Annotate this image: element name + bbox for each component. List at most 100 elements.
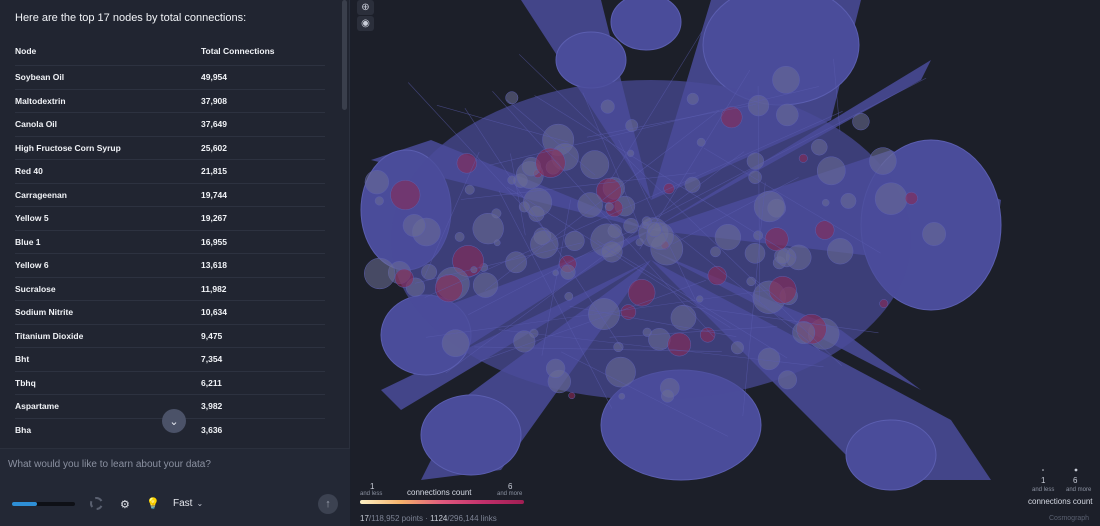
arrow-up-icon: ↑ [325,498,331,510]
graph-node-cluster [869,147,897,175]
cell-node: Red 40 [15,159,201,183]
cell-node: Bht [15,347,201,371]
graph-node-cluster [827,238,854,265]
cell-node: High Fructose Corn Syrup [15,135,201,160]
graph-node-cluster [700,327,716,343]
zoom-in-icon: ⊕ [361,2,370,13]
graph-node-cluster [564,292,574,301]
graph-node-cluster [577,192,603,218]
graph-node-cluster [605,356,636,388]
network-graph[interactable] [351,0,1100,526]
graph-node-cluster [600,99,615,114]
zoom-in-button[interactable]: ⊕ [357,0,374,15]
graph-node-cluster [646,221,662,238]
brand-label: Cosmograph [1049,515,1090,522]
cell-total: 16,955 [201,229,325,254]
chevron-down-icon: ⌄ [169,415,179,428]
loading-spinner-icon [90,497,103,510]
cell-node: Maltodextrin [15,88,201,113]
graph-node-cluster [696,137,706,147]
color-legend-max-caption: and more [497,491,523,497]
graph-node-cluster [746,152,765,170]
size-legend-min-caption: and less [1032,487,1055,493]
graph-node-cluster [714,223,742,251]
points-total: /118,952 points [368,514,424,523]
graph-node-cluster [568,392,576,400]
usage-progress-bar [12,502,75,506]
graph-node-cluster [604,202,614,212]
graph-node-cluster [904,191,918,205]
cell-node: Sucralose [15,276,201,301]
graph-node-cluster [720,106,743,129]
table-row: Sucralose 11,982 [15,276,325,301]
color-legend-max: 6 [508,482,513,491]
cell-total: 49,954 [201,65,325,89]
table-row: Yellow 6 13,618 [15,253,325,277]
graph-node-cluster [778,370,797,390]
graph-node-cluster [710,246,721,258]
cell-total: 19,744 [201,182,325,207]
chat-scrollbar[interactable] [342,0,347,110]
cell-node: Soybean Oil [15,65,201,89]
graph-stats: 17/118,952 points · 1124/296,144 links [360,514,497,523]
results-table: Node Total Connections Soybean Oil 49,954… [15,46,325,442]
color-legend-gradient [360,500,524,504]
graph-cluster [555,31,627,89]
cell-node: Tbhq [15,370,201,395]
camera-icon: ◉ [361,18,370,29]
screenshot-button[interactable]: ◉ [357,16,374,31]
suggestions-button[interactable]: 💡 [146,497,160,510]
composer [0,448,350,526]
settings-button[interactable]: ⚙ [120,498,130,511]
size-legend-title: connections count [1028,497,1093,506]
graph-node-cluster [772,65,800,94]
send-button[interactable]: ↑ [318,494,338,514]
lightbulb-icon: 💡 [146,498,160,510]
scroll-to-bottom-button[interactable]: ⌄ [162,409,186,433]
graph-node-cluster [464,184,475,195]
cell-total: 10,634 [201,300,325,324]
graph-node-cluster [402,214,426,237]
graph-node-cluster [456,153,477,174]
table-row: High Fructose Corn Syrup 25,602 [15,135,325,160]
graph-node-cluster [560,264,576,280]
graph-canvas[interactable]: ⊕ ◉ 1 and less connections count 6 and m… [351,0,1100,526]
links-total: /296,144 links [447,514,497,523]
graph-node-cluster [434,274,463,303]
cell-total: 9,475 [201,323,325,348]
color-legend-min-caption: and less [360,491,383,497]
graph-node-cluster [748,170,762,184]
cell-total: 25,602 [201,135,325,160]
mode-select[interactable]: Fast ⌄ [173,498,203,509]
points-shown: 17 [360,514,369,523]
graph-node-cluster [821,198,830,207]
graph-node-cluster [454,232,465,242]
size-legend-large-dot [1074,468,1078,472]
prompt-input[interactable] [8,455,328,473]
chat-panel: Here are the top 17 nodes by total conne… [0,0,350,526]
graph-node-cluster [776,103,799,127]
table-row: Tbhq 6,211 [15,370,325,395]
graph-node-cluster [798,153,808,163]
graph-node-cluster [628,279,656,307]
cell-total: 37,908 [201,88,325,113]
graph-node-cluster [660,389,675,403]
graph-node-cluster [390,179,421,211]
chat-messages[interactable]: Here are the top 17 nodes by total conne… [0,0,350,448]
graph-node-cluster [505,91,519,105]
cell-total: 3,636 [201,417,325,442]
graph-node-cluster [764,227,789,252]
column-header-total: Total Connections [201,46,275,56]
table-row: Yellow 5 19,267 [15,206,325,230]
cell-node: Carrageenan [15,182,201,207]
graph-node-cluster [364,169,390,195]
usage-progress-fill [12,502,38,506]
cell-total: 11,982 [201,276,325,301]
color-legend-title: connections count [407,488,472,497]
graph-node-cluster [601,241,623,263]
cell-total: 21,815 [201,159,325,183]
graph-node-cluster [852,112,870,131]
graph-node-cluster [707,266,727,286]
cell-node: Yellow 5 [15,206,201,230]
table-row: Soybean Oil 49,954 [15,65,325,89]
